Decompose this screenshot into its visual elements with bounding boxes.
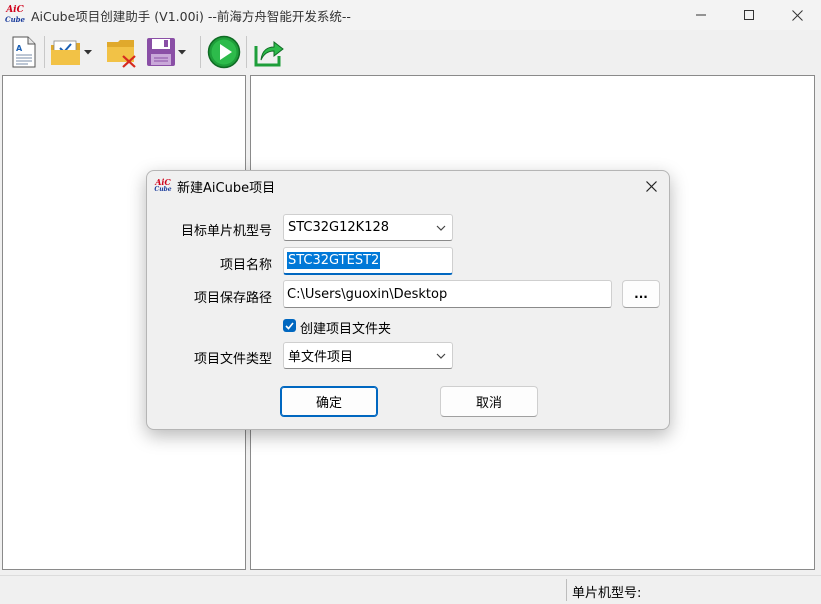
close-icon	[791, 9, 803, 21]
window-title: AiCube项目创建助手 (V1.00i) --前海方舟智能开发系统--	[31, 8, 351, 24]
window-titlebar[interactable]: AiC Cube AiCube项目创建助手 (V1.00i) --前海方舟智能开…	[0, 0, 821, 30]
project-path-input[interactable]: C:\Users\guoxin\Desktop	[283, 280, 612, 308]
document-icon: A	[12, 36, 36, 68]
open-project-button[interactable]	[50, 35, 98, 69]
status-mcu-label: 单片机型号:	[572, 586, 642, 601]
dropdown-arrow-icon	[84, 49, 92, 54]
toolbar-separator	[44, 36, 45, 68]
dialog-logo-bottom: Cube	[154, 186, 172, 193]
app-logo-bottom: Cube	[5, 15, 26, 24]
maximize-button[interactable]	[725, 0, 773, 30]
cancel-button[interactable]: 取消	[440, 386, 538, 417]
run-button[interactable]	[207, 35, 241, 69]
dialog-titlebar[interactable]: AiC Cube 新建AiCube项目	[147, 171, 669, 201]
play-icon	[207, 35, 241, 69]
new-project-dialog: AiC Cube 新建AiCube项目 目标单片机型号 STC32G12K128…	[146, 170, 670, 430]
app-logo: AiC Cube	[5, 5, 25, 25]
statusbar: 单片机型号:	[0, 575, 821, 604]
dialog-logo-top: AiC	[155, 177, 171, 187]
dialog-title: 新建AiCube项目	[177, 180, 276, 196]
folder-delete-icon	[107, 40, 136, 68]
chevron-down-icon	[436, 223, 446, 233]
window-controls	[677, 0, 821, 30]
status-separator	[566, 579, 567, 601]
app-logo-top: AiC	[6, 5, 24, 15]
project-path-value: C:\Users\guoxin\Desktop	[287, 286, 448, 302]
close-icon	[645, 180, 657, 192]
dropdown-arrow-icon	[178, 49, 186, 54]
maximize-icon	[744, 10, 754, 20]
project-name-input[interactable]: STC32GTEST2	[283, 247, 453, 275]
browse-button[interactable]: ...	[622, 280, 660, 308]
mcu-select[interactable]: STC32G12K128	[283, 214, 453, 241]
toolbar-separator	[246, 36, 247, 68]
chevron-down-icon	[436, 351, 446, 361]
close-project-button[interactable]	[106, 35, 138, 69]
project-path-label: 项目保存路径	[193, 291, 272, 306]
close-window-button[interactable]	[773, 0, 821, 30]
toolbar: A	[0, 30, 821, 74]
project-type-select[interactable]: 单文件项目	[283, 342, 453, 369]
ok-button[interactable]: 确定	[280, 386, 378, 417]
minimize-button[interactable]	[677, 0, 725, 30]
create-folder-label[interactable]: 创建项目文件夹	[300, 318, 391, 337]
minimize-icon	[696, 14, 706, 16]
checkmark-icon	[285, 321, 294, 330]
save-dropdown-arrow[interactable]	[178, 35, 186, 69]
folder-check-icon	[51, 40, 80, 65]
open-dropdown-arrow[interactable]	[84, 35, 92, 69]
mcu-select-value: STC32G12K128	[288, 220, 390, 235]
project-name-value: STC32GTEST2	[287, 252, 381, 269]
toolbar-separator	[200, 36, 201, 68]
mcu-label: 目标单片机型号	[180, 224, 272, 239]
save-project-button[interactable]	[146, 35, 194, 69]
share-icon	[254, 40, 284, 67]
floppy-disk-icon	[147, 38, 175, 66]
svg-text:A: A	[16, 44, 23, 53]
create-folder-checkbox[interactable]	[283, 319, 296, 332]
dialog-close-button[interactable]	[639, 174, 663, 198]
project-name-label: 项目名称	[219, 258, 272, 273]
project-type-label: 项目文件类型	[193, 352, 272, 367]
new-project-button[interactable]: A	[10, 35, 40, 69]
dialog-logo: AiC Cube	[154, 177, 172, 195]
export-button[interactable]	[253, 35, 287, 69]
project-type-value: 单文件项目	[288, 350, 354, 365]
